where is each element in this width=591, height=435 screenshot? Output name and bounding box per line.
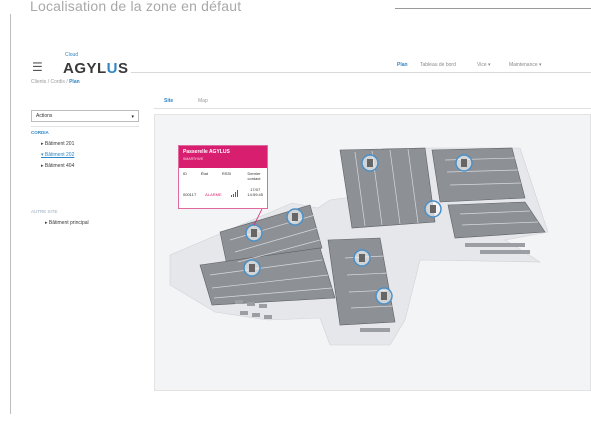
gateway-marker[interactable] xyxy=(361,154,379,172)
gateway-marker[interactable] xyxy=(375,287,393,305)
gateway-marker[interactable] xyxy=(245,224,263,242)
gateway-marker[interactable] xyxy=(424,200,442,218)
popup-col-rssi: RSSI xyxy=(221,171,232,176)
popup-col-id: ID xyxy=(183,171,187,176)
slide: Localisation de la zone en défaut ☰ Clou… xyxy=(0,0,591,435)
gateway-marker[interactable] xyxy=(353,249,371,267)
gateway-marker[interactable] xyxy=(243,259,261,277)
gateway-popup: Passerelle AGYLUS SMARTHIVE ID État RSSI… xyxy=(178,145,268,209)
popup-col-etat: État xyxy=(200,171,208,176)
popup-values: 00011T ALARME 17/07 14:59:45 xyxy=(179,181,267,197)
popup-header: Passerelle AGYLUS SMARTHIVE xyxy=(179,146,267,168)
popup-val-etat: ALARME xyxy=(205,192,222,197)
site-plan-3d xyxy=(169,147,549,346)
gateway-marker[interactable] xyxy=(455,154,473,172)
popup-col-dernier: Dernier contact xyxy=(247,171,261,181)
popup-last-contact: 17/07 14:59:45 xyxy=(247,187,263,197)
popup-subtitle: SMARTHIVE xyxy=(183,157,204,161)
building-d[interactable] xyxy=(431,147,526,203)
popup-title: Passerelle AGYLUS xyxy=(183,149,230,155)
popup-val-time: 14:59:45 xyxy=(247,192,263,197)
popup-columns: ID État RSSI Dernier contact xyxy=(179,168,267,181)
popup-val-id: 00011T xyxy=(183,192,197,197)
gateway-marker[interactable] xyxy=(286,208,304,226)
building-c[interactable] xyxy=(339,147,436,229)
signal-strength-icon xyxy=(230,190,239,197)
